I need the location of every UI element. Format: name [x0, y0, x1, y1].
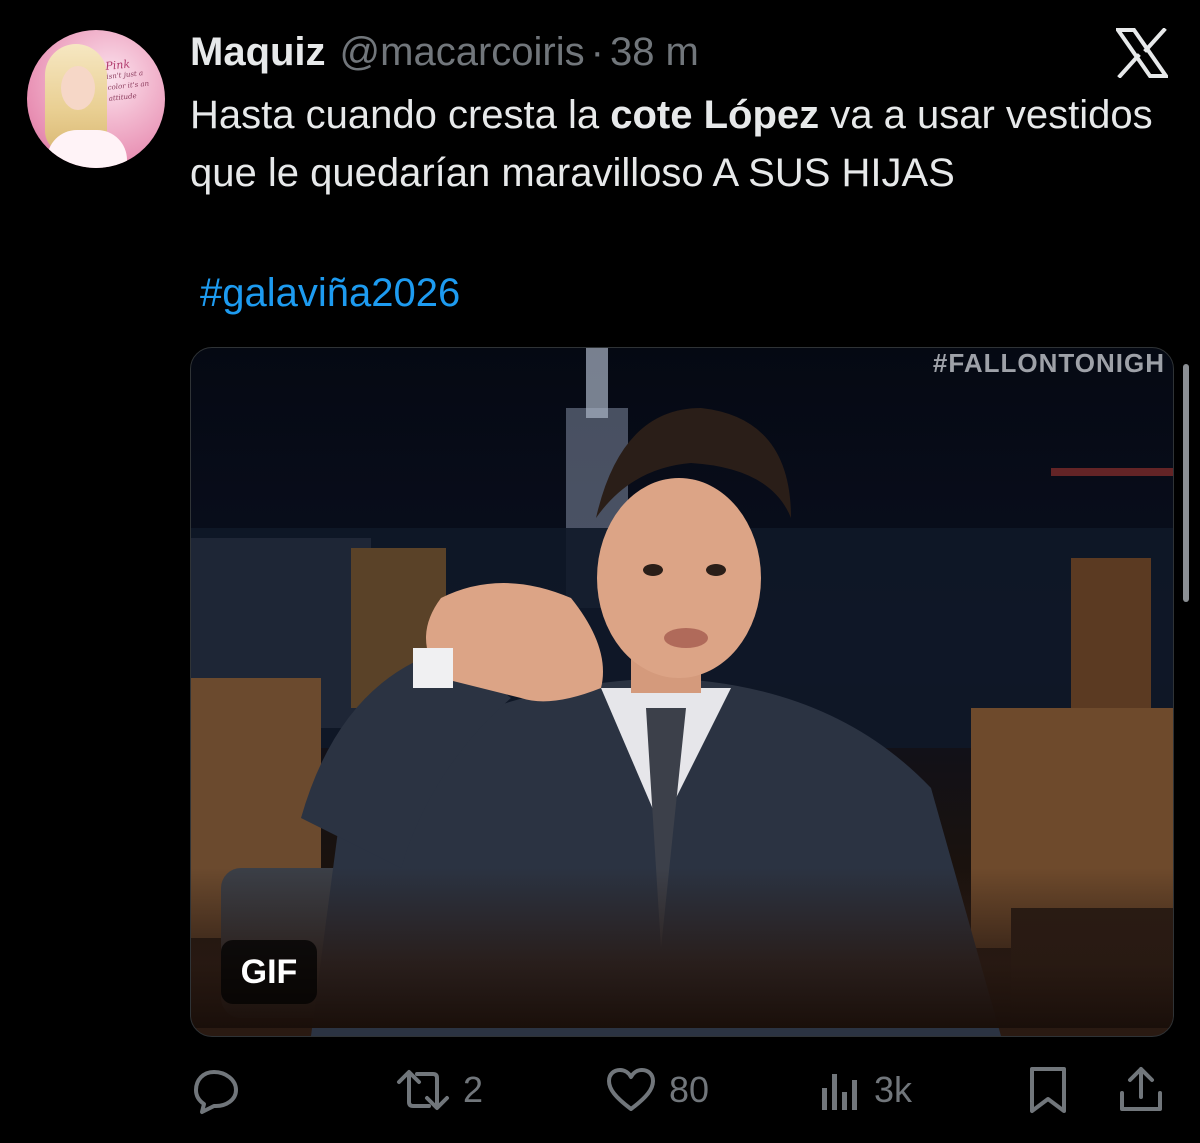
gif-watermark: #FALLONTONIGH: [932, 348, 1165, 378]
tweet-media-gif[interactable]: #FALLONTONIGH GIF: [190, 347, 1174, 1037]
like-button[interactable]: 80: [605, 1060, 709, 1120]
x-logo-icon: [1114, 27, 1170, 79]
tweet-time[interactable]: 38 m: [610, 30, 699, 75]
hashtag-link[interactable]: #galaviña2026: [200, 264, 460, 322]
views-count: 3k: [874, 1069, 913, 1110]
tweet-actions: 2 80 3k: [190, 1060, 1172, 1120]
separator-dot: ·: [590, 29, 604, 74]
share-button[interactable]: [1118, 1060, 1164, 1120]
tweet-bold-mention: cote López: [610, 93, 820, 137]
gif-badge: GIF: [221, 940, 317, 1004]
retweet-count: 2: [463, 1069, 484, 1110]
reply-icon: [190, 1064, 242, 1116]
avatar-shirt: [47, 130, 127, 168]
tweet-text: Hasta cuando cresta la cote López va a u…: [190, 93, 1153, 195]
views-button[interactable]: 3k: [818, 1060, 912, 1120]
share-icon: [1118, 1065, 1164, 1115]
author-handle[interactable]: @macarcoiris: [340, 30, 585, 75]
tweet-header: Maquiz @macarcoiris · 38 m: [190, 28, 699, 76]
avatar-pink-text: Pink isn't just a color it's an attitude: [104, 57, 150, 103]
retweet-button[interactable]: 2: [395, 1060, 483, 1120]
views-icon: [818, 1066, 862, 1114]
reply-button[interactable]: [190, 1060, 254, 1120]
studio-floor-shade: [191, 868, 1173, 1028]
avatar[interactable]: Pink isn't just a color it's an attitude: [27, 30, 165, 168]
author-name[interactable]: Maquiz: [190, 30, 326, 75]
scrollbar[interactable]: [1183, 364, 1189, 602]
avatar-face: [61, 66, 95, 110]
retweet-icon: [395, 1064, 451, 1116]
bookmark-icon: [1026, 1065, 1070, 1115]
bookmark-button[interactable]: [1026, 1060, 1070, 1120]
heart-icon: [605, 1065, 657, 1115]
like-count: 80: [669, 1069, 710, 1110]
